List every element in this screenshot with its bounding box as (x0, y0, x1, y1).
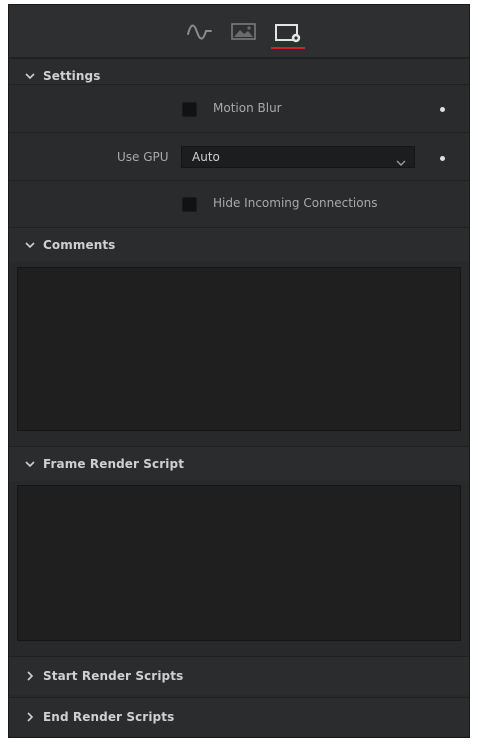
tab-settings[interactable] (271, 19, 305, 49)
use-gpu-keyframe-dot[interactable] (440, 156, 445, 161)
settings-tab-icon (273, 19, 303, 45)
tab-controls[interactable] (185, 19, 215, 45)
use-gpu-value: Auto (192, 150, 220, 164)
chevron-right-icon (23, 710, 37, 724)
section-title-settings: Settings (43, 69, 101, 83)
tab-image[interactable] (229, 19, 259, 45)
hide-incoming-row: Hide Incoming Connections (9, 180, 469, 229)
section-header-frame-render-script[interactable]: Frame Render Script (9, 446, 469, 481)
use-gpu-row: Use GPU Auto (9, 132, 469, 181)
inspector-panel: Settings Motion Blur Use GPU Auto Hide I… (8, 4, 470, 738)
use-gpu-dropdown[interactable]: Auto (181, 146, 415, 168)
section-title-frame-render-script: Frame Render Script (43, 457, 185, 471)
motion-blur-keyframe-dot[interactable] (440, 107, 445, 112)
motion-blur-row: Motion Blur (9, 84, 469, 133)
section-header-comments[interactable]: Comments (9, 227, 469, 262)
section-header-start-render-scripts[interactable]: Start Render Scripts (9, 656, 469, 695)
section-title-end-render-scripts: End Render Scripts (43, 710, 175, 724)
image-icon (229, 19, 259, 45)
hide-incoming-label: Hide Incoming Connections (213, 196, 378, 210)
section-header-end-render-scripts[interactable]: End Render Scripts (9, 697, 469, 736)
inspector-tab-bar (9, 5, 469, 58)
frame-render-script-textarea[interactable] (17, 485, 461, 641)
chevron-down-icon (23, 238, 37, 252)
motion-blur-checkbox[interactable] (182, 102, 197, 117)
motion-blur-label: Motion Blur (213, 101, 282, 115)
section-title-start-render-scripts: Start Render Scripts (43, 669, 184, 683)
chevron-right-icon (23, 669, 37, 683)
comments-textarea[interactable] (17, 267, 461, 431)
hide-incoming-checkbox[interactable] (182, 197, 197, 212)
active-tab-indicator (271, 47, 305, 49)
chevron-down-icon (23, 69, 37, 83)
chevron-down-icon (23, 457, 37, 471)
chevron-down-icon (396, 152, 406, 171)
section-title-comments: Comments (43, 238, 116, 252)
use-gpu-label: Use GPU (117, 150, 169, 164)
waveform-icon (185, 19, 215, 45)
